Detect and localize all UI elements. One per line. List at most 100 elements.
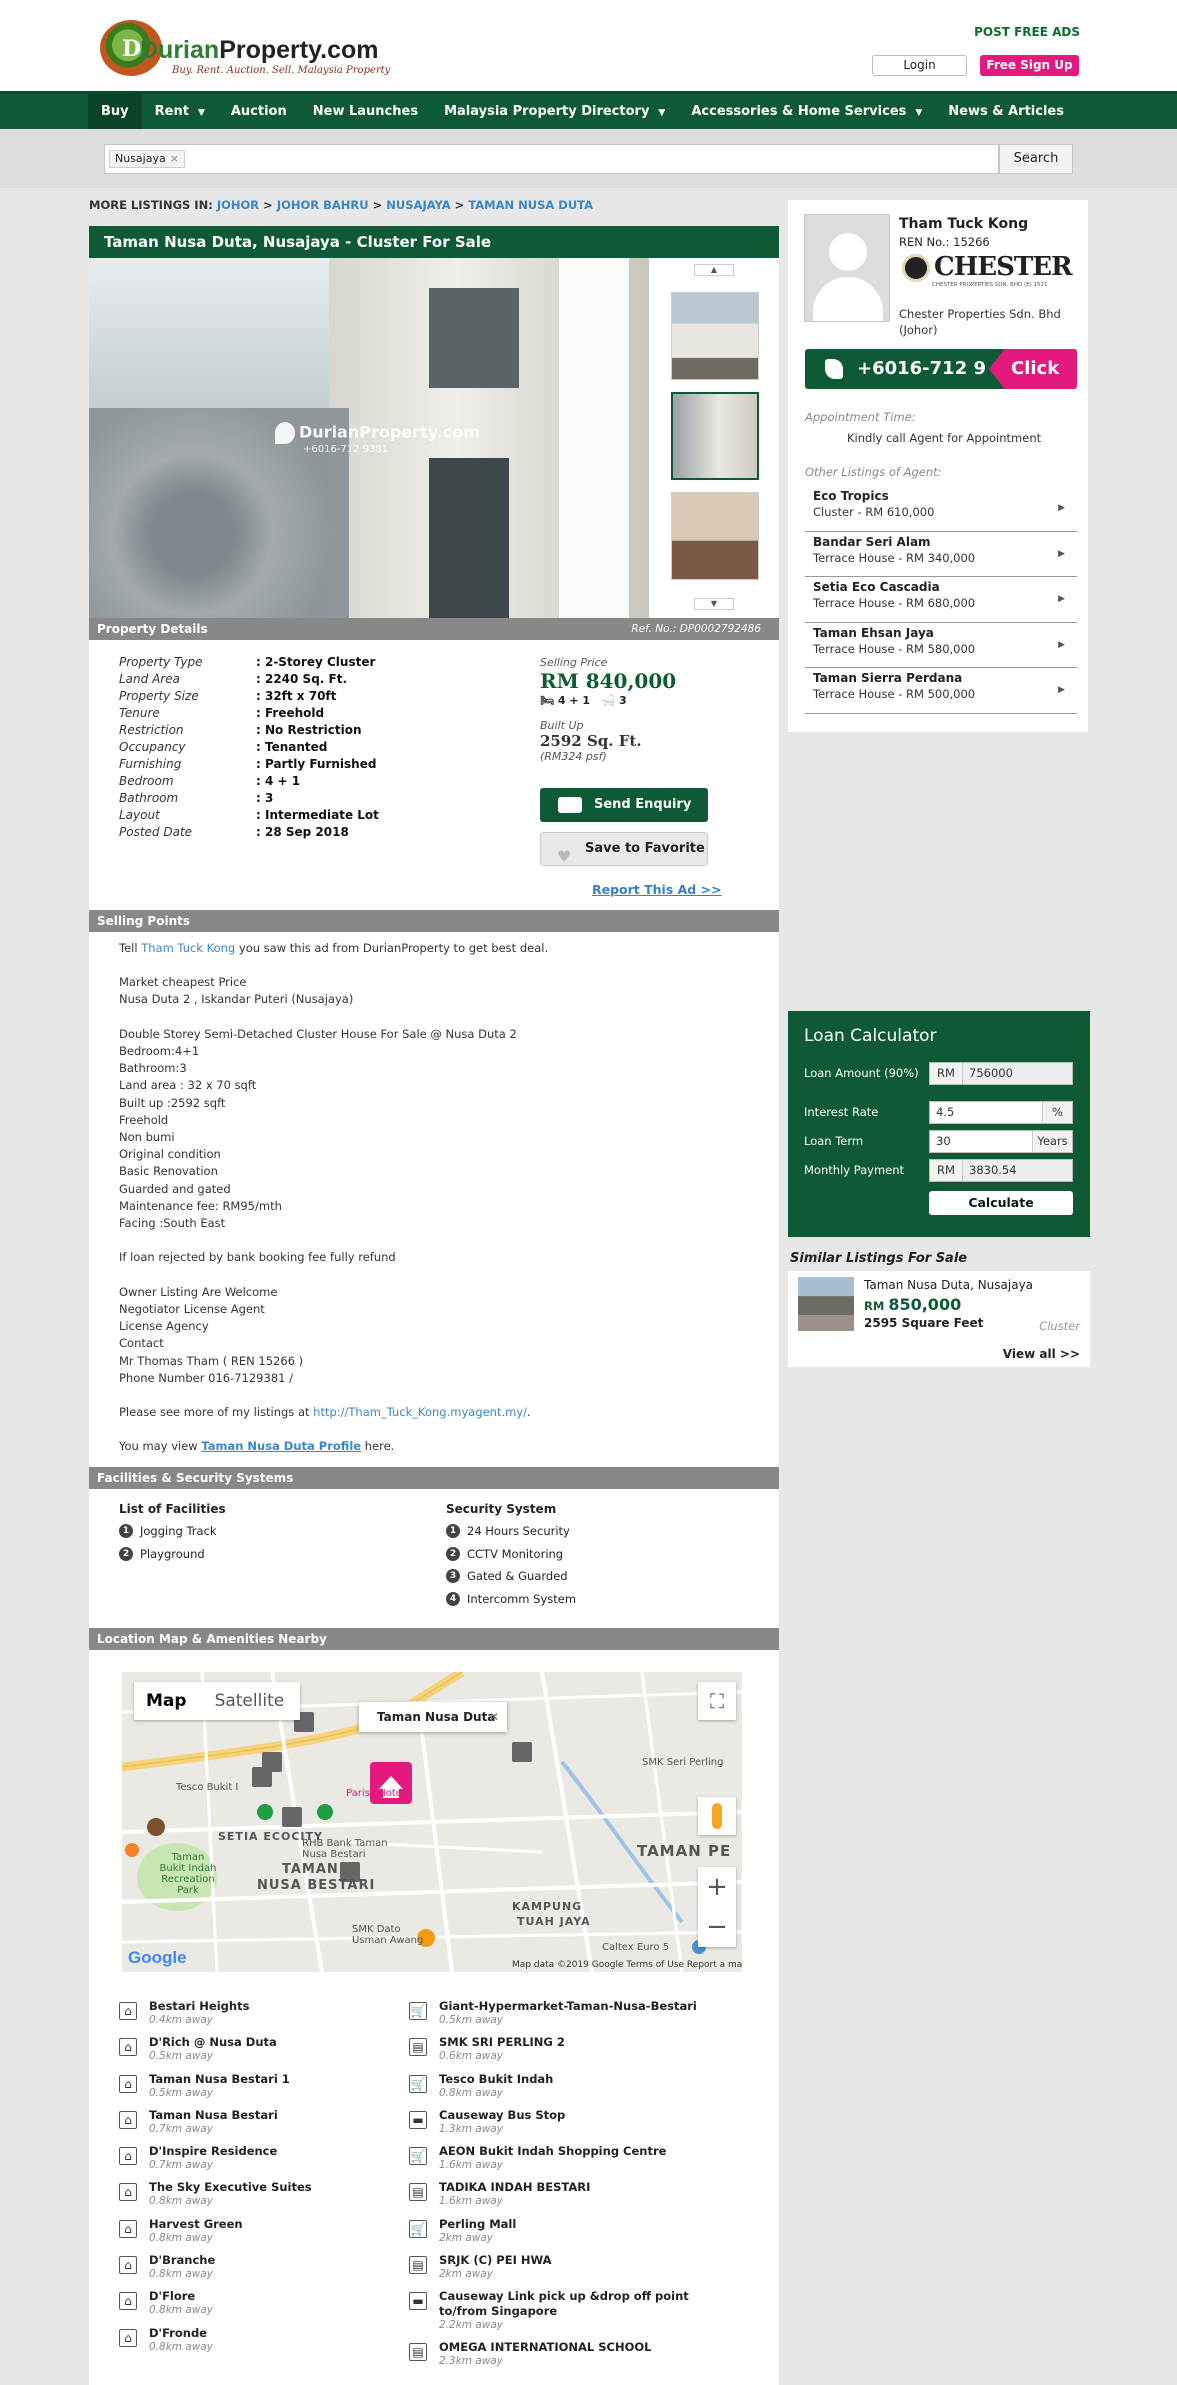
selling-point-line bbox=[119, 1267, 759, 1284]
map-label: Taman Bukit Indah Recreation Park bbox=[159, 1852, 217, 1896]
location-header: Location Map & Amenities Nearby bbox=[89, 1628, 779, 1650]
similar-listing-card[interactable]: Taman Nusa Duta, Nusajaya RM 850,000 259… bbox=[788, 1271, 1090, 1367]
pegman-icon[interactable] bbox=[698, 1797, 736, 1835]
nav-new-launches[interactable]: New Launches bbox=[300, 94, 431, 129]
chevron-down-icon[interactable]: ▼ bbox=[694, 598, 734, 610]
facilities-list: List of Facilities 1 Jogging Track 2 Playg… bbox=[119, 1502, 226, 1561]
calculate-button[interactable]: Calculate bbox=[929, 1191, 1073, 1215]
map-attribution[interactable]: Map data ©2019 Google Terms of Use Repor… bbox=[512, 1960, 742, 1970]
list-item[interactable]: Eco Tropics Cluster - RM 610,000 ▶ bbox=[805, 486, 1077, 532]
agent-link[interactable]: Tham Tuck Kong bbox=[141, 941, 235, 955]
search-chip: Nusajaya × bbox=[109, 150, 185, 168]
cart-icon: 🛒 bbox=[409, 2002, 427, 2020]
breadcrumb-johor-bahru[interactable]: JOHOR BAHRU bbox=[277, 198, 369, 212]
cart-icon: 🛒 bbox=[409, 2219, 427, 2238]
selling-point-line: Maintenance fee: RM95/mth bbox=[119, 1198, 282, 1213]
chevron-right-icon: ▶ bbox=[1058, 503, 1065, 513]
number-badge: 1 bbox=[446, 1524, 460, 1539]
nav-auction[interactable]: Auction bbox=[218, 94, 300, 129]
list-item[interactable]: Bandar Seri Alam Terrace House - RM 340,0… bbox=[805, 532, 1077, 577]
amenity-item: ⌂ Bestari Heights 0.4km away bbox=[119, 1999, 399, 2035]
map-label: RHB Bank Taman Nusa Bestari bbox=[302, 1838, 388, 1860]
phone-icon bbox=[825, 359, 843, 379]
monthly-payment-field: RM 3830.54 bbox=[929, 1159, 1073, 1182]
thumbnail-3[interactable] bbox=[671, 492, 759, 580]
selling-point-line: Original condition bbox=[119, 1147, 221, 1162]
selling-point-line: Contact bbox=[119, 1336, 164, 1351]
price: RM 840,000 bbox=[540, 669, 677, 693]
map-label: Pariss Hote bbox=[346, 1788, 402, 1799]
breadcrumb-nusajaya[interactable]: NUSAJAYA bbox=[386, 198, 450, 212]
close-icon[interactable]: ✕ bbox=[489, 1702, 499, 1732]
breadcrumb-johor[interactable]: JOHOR bbox=[217, 198, 259, 212]
send-enquiry-button[interactable]: Send Enquiry bbox=[540, 788, 708, 822]
property-details-header: Property Details Ref. No.: DP0002792486 bbox=[89, 618, 779, 640]
fullscreen-icon[interactable]: ⛶ bbox=[698, 1682, 736, 1720]
selling-point-line bbox=[119, 1009, 759, 1026]
amenity-item: ⌂ D'Fronde 0.8km away bbox=[119, 2326, 399, 2362]
search-input[interactable]: Nusajaya × bbox=[104, 144, 999, 174]
agent-ren: REN No.: 15266 bbox=[899, 235, 990, 249]
cart-icon: 🛒 bbox=[409, 2147, 427, 2166]
post-free-ads-link[interactable]: POST FREE ADS bbox=[974, 25, 1080, 39]
bus-icon: ▬ bbox=[409, 2292, 427, 2311]
chevron-right-icon: ▶ bbox=[1058, 548, 1065, 559]
map-type-map[interactable]: Map bbox=[134, 1682, 199, 1720]
builtup: 2592 Sq. Ft. bbox=[540, 732, 642, 750]
close-icon[interactable]: × bbox=[170, 152, 179, 165]
breadcrumb: MORE LISTINGS IN: JOHOR > JOHOR BAHRU > … bbox=[89, 198, 594, 212]
agent-name[interactable]: Tham Tuck Kong bbox=[899, 216, 1028, 232]
save-favorite-button[interactable]: ♥ Save to Favorite bbox=[540, 832, 708, 866]
chevron-right-icon: ▶ bbox=[1058, 685, 1065, 695]
nav-news[interactable]: News & Articles bbox=[935, 94, 1077, 129]
report-ad-link[interactable]: Report This Ad >> bbox=[592, 882, 722, 897]
area-profile-link[interactable]: Taman Nusa Duta Profile bbox=[201, 1439, 361, 1453]
search-button[interactable]: Search bbox=[999, 144, 1073, 174]
click-reveal[interactable]: Click bbox=[989, 349, 1077, 389]
loan-amount-field[interactable]: RM 756000 bbox=[929, 1062, 1073, 1085]
selling-point-line: Phone Number 016-7129381 / bbox=[119, 1370, 293, 1385]
location-map[interactable]: Map Satellite ⛶ + − Taman Nusa Duta ✕ TAM… bbox=[122, 1672, 742, 1972]
nav-accessories[interactable]: Accessories & Home Services ▼ bbox=[678, 94, 935, 129]
cart-icon: 🛒 bbox=[409, 2074, 427, 2093]
breadcrumb-taman-nusa-duta[interactable]: TAMAN NUSA DUTA bbox=[468, 198, 593, 212]
login-button[interactable]: Login bbox=[872, 55, 967, 76]
amenity-item: ▤ TADIKA INDAH BESTARI 1.6km away bbox=[409, 2180, 709, 2216]
loan-term-field[interactable]: 30 Years bbox=[929, 1130, 1073, 1153]
logo-wordmark: DurianProperty.com bbox=[140, 36, 379, 64]
map-label: TUAH JAYA bbox=[517, 1915, 591, 1928]
main-photo[interactable]: DurianProperty.com +6016-712 9381 bbox=[89, 258, 649, 618]
house-icon: ⌂ bbox=[119, 2292, 137, 2311]
zoom-out-button[interactable]: − bbox=[698, 1907, 736, 1947]
zoom-in-button[interactable]: + bbox=[698, 1867, 736, 1907]
loan-calculator: Loan Calculator Loan Amount (90%) RM 7560… bbox=[788, 1011, 1090, 1237]
map-label: KAMPUNG bbox=[512, 1900, 583, 1913]
list-item[interactable]: Setia Eco Cascadia Terrace House - RM 680… bbox=[805, 577, 1077, 623]
chat-icon bbox=[558, 797, 582, 813]
selling-point-line: Mr Thomas Tham ( REN 15266 ) bbox=[119, 1353, 304, 1368]
list-item[interactable]: Taman Ehsan Jaya Terrace House - RM 580,0… bbox=[805, 623, 1077, 668]
amenity-item: ▬ Causeway Link pick up &drop off point t… bbox=[409, 2289, 709, 2340]
map-label: TAMAN PE bbox=[637, 1842, 732, 1860]
nav-buy[interactable]: Buy bbox=[88, 94, 142, 129]
nav-directory[interactable]: Malaysia Property Directory ▼ bbox=[431, 94, 678, 129]
list-item[interactable]: Taman Sierra Perdana Terrace House - RM 5… bbox=[805, 668, 1077, 714]
similar-thumbnail[interactable] bbox=[798, 1277, 854, 1331]
school-icon: ▤ bbox=[409, 2343, 427, 2362]
thumbnail-2[interactable] bbox=[671, 392, 759, 480]
nav-rent[interactable]: Rent ▼ bbox=[142, 94, 218, 129]
house-icon: ⌂ bbox=[119, 2183, 137, 2202]
agent-card: Tham Tuck Kong REN No.: 15266 CHESTER CHE… bbox=[788, 200, 1088, 732]
amenity-item: 🛒 AEON Bukit Indah Shopping Centre 1.6km a… bbox=[409, 2144, 667, 2172]
signup-button[interactable]: Free Sign Up bbox=[980, 55, 1079, 76]
call-agent-button[interactable]: +6016-712 9 Click bbox=[805, 349, 1077, 389]
chevron-up-icon[interactable]: ▲ bbox=[694, 264, 734, 276]
security-list: Security System 1 24 Hours Security 2 CCTV… bbox=[446, 1502, 577, 1606]
interest-rate-field[interactable]: 4.5% bbox=[929, 1101, 1073, 1124]
map-type-satellite[interactable]: Satellite bbox=[199, 1682, 301, 1720]
site-logo[interactable]: D DurianProperty.com Buy. Rent. Auction.… bbox=[100, 18, 410, 80]
agent-listings-link[interactable]: http://Tham_Tuck_Kong.myagent.my/ bbox=[313, 1405, 527, 1419]
view-all-link[interactable]: View all >> bbox=[1003, 1347, 1080, 1361]
thumbnail-1[interactable] bbox=[671, 292, 759, 380]
amenity-item: ⌂ D'Flore 0.8km away bbox=[119, 2289, 399, 2325]
